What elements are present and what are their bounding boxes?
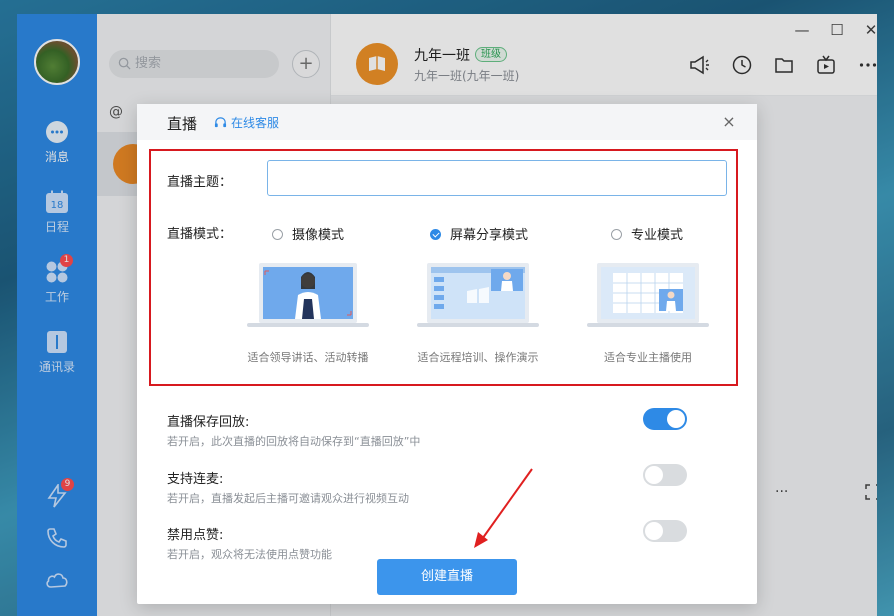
online-service-label: 在线客服	[231, 116, 280, 130]
toggle-knob	[645, 466, 663, 484]
dialog-title: 直播	[167, 115, 198, 133]
mode-camera-desc: 适合领导讲话、活动转播	[247, 351, 369, 364]
mode-camera-label: 摄像模式	[292, 228, 345, 243]
mode-professional-radio[interactable]: 专业模式	[611, 224, 683, 243]
topic-input[interactable]	[267, 160, 727, 196]
online-service-link[interactable]: 在线客服	[214, 114, 279, 131]
option-disable-likes-desc: 若开启，观众将无法使用点赞功能	[167, 548, 332, 561]
option-co-host-desc: 若开启，直播发起后主播可邀请观众进行视频互动	[167, 492, 409, 505]
radio-icon	[611, 229, 622, 240]
toggle-knob	[667, 410, 685, 428]
radio-icon	[272, 229, 283, 240]
topic-label: 直播主题：	[167, 175, 233, 190]
mode-screen-share-label: 屏幕分享模式	[450, 228, 529, 243]
save-replay-toggle[interactable]	[643, 408, 687, 430]
create-live-button[interactable]: 创建直播	[377, 559, 517, 595]
live-stream-dialog: 直播 在线客服 × 直播主题： 直播模式： 摄像模式 适合领导讲话、活动转播 屏…	[137, 104, 757, 604]
annotation-arrow-icon	[474, 468, 533, 548]
co-host-toggle[interactable]	[643, 464, 687, 486]
option-save-replay-title: 直播保存回放:	[167, 415, 250, 430]
option-disable-likes-title: 禁用点赞:	[167, 528, 224, 543]
mode-professional-desc: 适合专业主播使用	[604, 351, 692, 364]
mode-screen-share-desc: 适合远程培训、操作演示	[417, 351, 539, 364]
headset-icon	[214, 117, 227, 128]
professional-mode-illustration	[587, 263, 709, 327]
toggle-knob	[645, 522, 663, 540]
radio-checked-icon	[430, 229, 441, 240]
mode-professional-label: 专业模式	[631, 228, 684, 243]
screen-share-illustration	[417, 263, 539, 327]
disable-likes-toggle[interactable]	[643, 520, 687, 542]
camera-mode-illustration	[247, 263, 369, 327]
mode-screen-share-radio[interactable]: 屏幕分享模式	[430, 224, 528, 243]
mode-label: 直播模式：	[167, 227, 233, 242]
mode-camera-radio[interactable]: 摄像模式	[272, 224, 344, 243]
option-co-host-title: 支持连麦:	[167, 472, 224, 487]
option-save-replay-desc: 若开启，此次直播的回放将自动保存到“直播回放”中	[167, 435, 421, 448]
dialog-close-button[interactable]: ×	[721, 112, 737, 131]
dialog-header: 直播 在线客服 ×	[137, 104, 757, 140]
